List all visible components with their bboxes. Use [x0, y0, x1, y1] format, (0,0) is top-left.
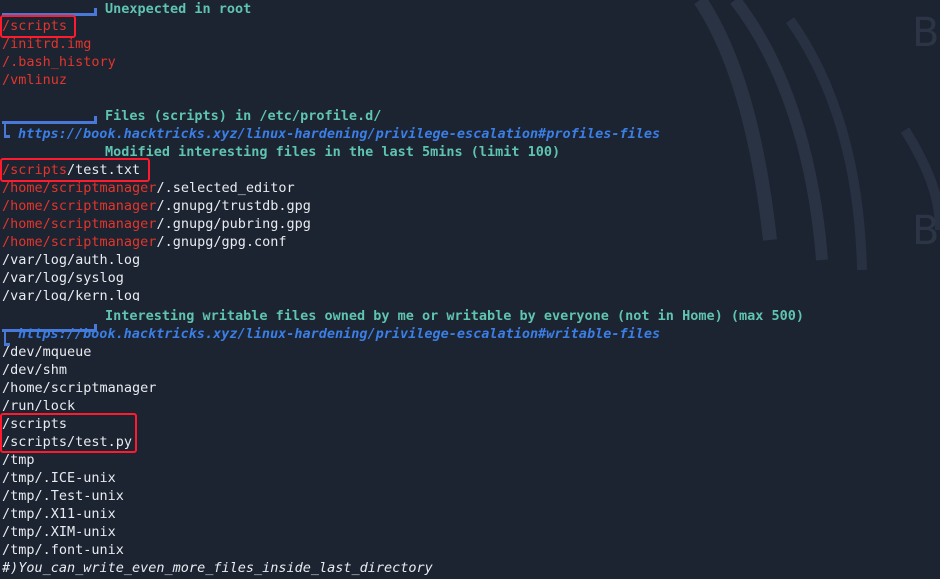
writable-item: /tmp/.font-unix: [2, 542, 124, 558]
section-title-unexpected: Unexpected in root: [105, 1, 252, 17]
writable-item: /home/scriptmanager: [2, 380, 157, 396]
writable-files-link[interactable]: https://book.hacktricks.xyz/linux-harden…: [18, 325, 660, 343]
writable-item: /tmp/.XIM-unix: [2, 524, 116, 540]
writable-item: /dev/shm: [2, 362, 68, 378]
modified-item: /home/scriptmanager/.gnupg/pubring.gpg: [2, 216, 311, 232]
profile-files-link[interactable]: https://book.hacktricks.xyz/linux-harden…: [18, 125, 660, 143]
modified-item: /var/log/kern.log: [2, 288, 141, 301]
writable-item: /tmp: [2, 452, 35, 468]
section-frame-profile-left: [4, 123, 10, 138]
modified-item: /var/log/auth.log: [2, 252, 141, 268]
modified-item: /var/log/syslog: [2, 270, 124, 286]
root-item-vmlinuz: /vmlinuz: [2, 72, 68, 88]
modified-item: /home/scriptmanager/.gnupg/gpg.conf: [2, 234, 287, 250]
highlight-box-root-scripts: [0, 15, 76, 38]
writable-item: /dev/mqueue: [2, 344, 92, 360]
highlight-box-test-txt: [0, 158, 150, 182]
section-frame-profile: [2, 116, 97, 124]
highlight-box-writable-scripts: [0, 413, 137, 453]
writable-item: /tmp/.ICE-unix: [2, 470, 116, 486]
writable-item: /tmp/.Test-unix: [2, 488, 124, 504]
writable-footer-note: #)You_can_write_even_more_files_inside_l…: [2, 560, 433, 576]
section-title-writable: Interesting writable files owned by me o…: [105, 308, 804, 324]
terminal-output[interactable]: Unexpected in root /scripts /initrd.img …: [0, 0, 940, 579]
writable-item: /tmp/.X11-unix: [2, 506, 116, 522]
section-title-profile: Files (scripts) in /etc/profile.d/: [105, 108, 382, 124]
section-title-modified: Modified interesting files in the last 5…: [105, 144, 561, 160]
root-item-bash-history: /.bash_history: [2, 54, 116, 70]
modified-item: /home/scriptmanager/.gnupg/trustdb.gpg: [2, 198, 311, 214]
